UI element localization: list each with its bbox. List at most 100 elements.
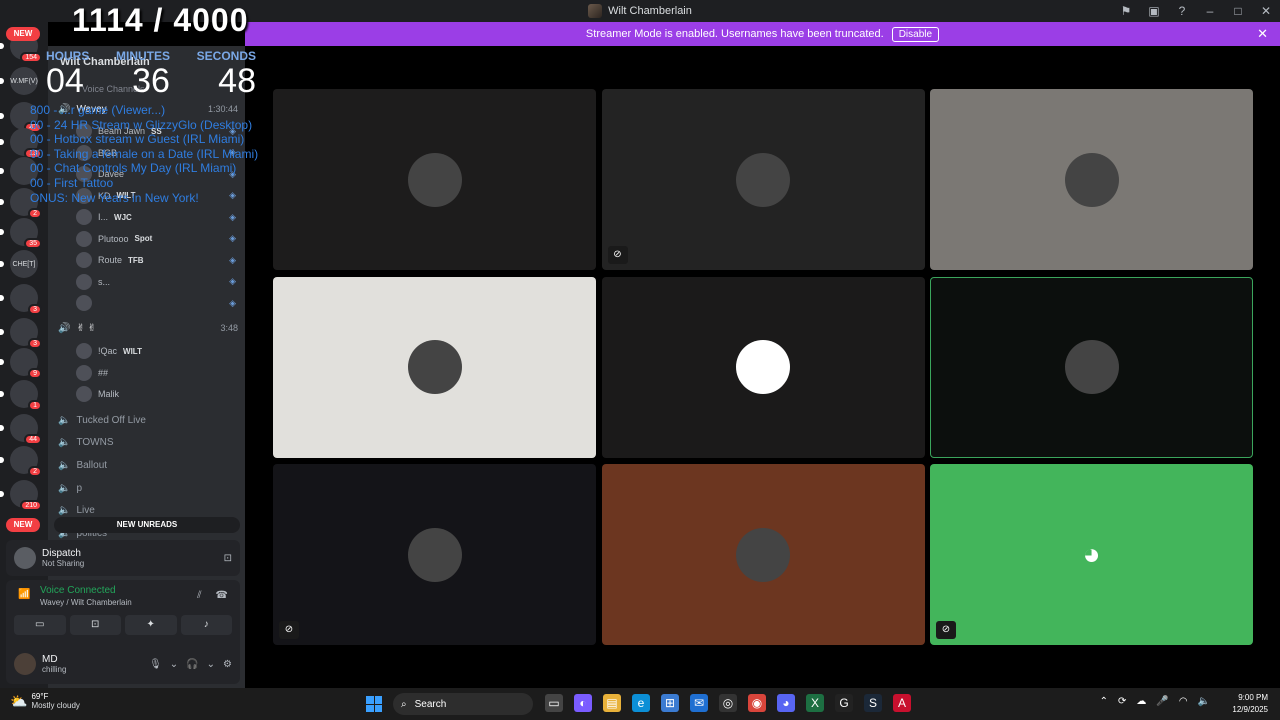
avatar[interactable] [14, 653, 36, 675]
timer-labels: HOURS MINUTES SECONDS [46, 49, 256, 63]
schedule-item: 00 - 24 HR Stream w GlizzyGlo (Desktop) [30, 117, 253, 132]
video-tile[interactable]: ⊘ [273, 464, 596, 645]
sync-icon[interactable]: ⟳ [1118, 696, 1126, 707]
server-icon[interactable]: 2 [0, 446, 42, 477]
voice-channel[interactable]: 🔈 Ballout [58, 456, 238, 474]
video-tile[interactable] [273, 89, 596, 270]
screen-share-icon[interactable]: ⊡ [224, 553, 232, 564]
server-icon[interactable]: W.MF(V) [0, 67, 38, 95]
flag-icon[interactable]: ⚑ [1112, 4, 1140, 18]
steam-icon[interactable]: S [864, 694, 882, 712]
adobe-icon[interactable]: A [893, 694, 911, 712]
voice-user[interactable]: Plutooo Spot ◈ [76, 229, 236, 249]
excel-icon[interactable]: X [806, 694, 824, 712]
gear-icon[interactable]: ⚙ [223, 659, 232, 670]
mic-tray-icon[interactable]: 🎤 [1156, 696, 1168, 707]
voice-user[interactable]: !Qac WILT [76, 341, 236, 361]
voice-channel-peace[interactable]: 🔊 ✌ ✌ 3:48 [58, 319, 238, 337]
dispatch-title: Dispatch [42, 548, 81, 559]
unread-indicator [0, 139, 4, 145]
microphone-icon[interactable]: 🎙 [149, 659, 162, 670]
server-icon[interactable]: CHE[T] [0, 250, 38, 278]
voice-user[interactable]: Malik [76, 384, 236, 404]
headphones-icon[interactable]: 🎧 [186, 659, 198, 670]
voice-channel[interactable]: 🔈 Tucked Off Live [58, 411, 238, 429]
voice-channel[interactable]: 🔈 p [58, 479, 238, 497]
network-icon[interactable]: ☁ [1136, 696, 1146, 707]
user-tag: WILT [123, 346, 142, 356]
server-icon[interactable]: 210 [0, 480, 42, 511]
schedule-item: 00 - Taking a female on a Date (IRL Miam… [30, 146, 259, 161]
video-tile[interactable] [601, 276, 925, 458]
status-icon: ◈ [229, 211, 236, 222]
search-icon: ⌕ [401, 698, 407, 710]
volume-icon[interactable]: 🔈 [1198, 696, 1210, 707]
voice-location[interactable]: Wavey / Wilt Chamberlain [40, 598, 132, 607]
signal-icon[interactable]: 📶 [18, 589, 30, 600]
soundboard-button[interactable]: ♪ [180, 615, 232, 635]
disconnect-icon[interactable]: ☎ [216, 590, 228, 601]
server-icon[interactable]: 9 [0, 348, 42, 379]
hours-label: HOURS [46, 49, 90, 63]
chevron-down-icon[interactable]: ⌄ [207, 659, 215, 670]
activities-button[interactable]: ✦ [125, 615, 177, 635]
voice-user[interactable]: Route TFB ◈ [76, 250, 236, 270]
server-icon[interactable]: 44 [0, 414, 42, 445]
channel-name: TOWNS [76, 437, 114, 449]
help-icon[interactable]: ? [1168, 4, 1196, 18]
maximize-button[interactable]: □ [1224, 4, 1252, 18]
unread-indicator [0, 457, 4, 463]
video-tile[interactable]: ⊘ [601, 89, 925, 270]
close-icon[interactable]: ✕ [1257, 26, 1268, 42]
app-icon[interactable]: ◎ [719, 694, 737, 712]
mail-icon[interactable]: ✉ [690, 694, 708, 712]
clock[interactable]: 9:00 PM 12/9/2025 [1232, 692, 1268, 716]
inbox-icon[interactable]: ▣ [1140, 4, 1168, 18]
schedule-item: 800 - ...r game (Viewer...) [30, 103, 166, 117]
new-unreads-pill[interactable]: NEW UNREADS [54, 517, 240, 533]
wifi-icon[interactable]: ◠ [1179, 696, 1188, 707]
mention-badge: 2 [28, 466, 42, 477]
edge-icon[interactable]: e [632, 694, 650, 712]
server-icon[interactable]: 3 [0, 284, 42, 315]
unread-indicator [0, 229, 4, 235]
channel-name: Ballout [76, 459, 108, 471]
discord-icon[interactable]: ◕ [777, 694, 795, 712]
task-view-icon[interactable]: ▭ [545, 694, 563, 712]
taskbar-search[interactable]: ⌕ Search [393, 693, 533, 715]
chrome-icon[interactable]: ◉ [748, 694, 766, 712]
minimize-button[interactable]: – [1196, 4, 1224, 18]
voice-user-name: s... [98, 276, 111, 287]
voice-user[interactable]: s... ◈ [76, 272, 236, 292]
close-window-button[interactable]: ✕ [1252, 4, 1280, 18]
speaker-icon: 🔊 [58, 322, 71, 334]
discord-logo-icon: ◕ [1082, 537, 1101, 571]
server-icon[interactable]: 1 [0, 380, 42, 411]
voice-user[interactable]: ## [76, 363, 236, 383]
unread-indicator [0, 43, 4, 49]
voice-channel[interactable]: 🔈 TOWNS [58, 434, 238, 452]
screen-share-button[interactable]: ⊡ [69, 615, 121, 635]
disable-streamer-mode-button[interactable]: Disable [891, 26, 940, 42]
muted-icon: ⊘ [607, 246, 628, 264]
weather-widget[interactable]: ⛅ 69°F Mostly cloudy [10, 692, 80, 710]
store-icon[interactable]: ⊞ [661, 694, 679, 712]
noise-suppression-icon[interactable]: ⫽ [197, 590, 201, 601]
video-tile[interactable] [273, 276, 596, 458]
speaker-icon: 🔈 [58, 482, 71, 494]
logitech-icon[interactable]: G [835, 694, 853, 712]
windows-start-icon[interactable] [366, 696, 382, 712]
video-tile[interactable]: ◕ ⊘ [930, 464, 1253, 645]
chevron-down-icon[interactable]: ⌄ [170, 659, 178, 670]
chevron-up-icon[interactable]: ⌃ [1100, 696, 1108, 707]
video-tile[interactable] [930, 276, 1253, 458]
server-icon[interactable]: 35 [0, 218, 42, 249]
voice-user[interactable]: I... WJC ◈ [76, 207, 236, 227]
video-tile[interactable] [930, 89, 1253, 270]
camera-button[interactable]: ▭ [14, 615, 66, 635]
copilot-icon[interactable]: ◐ [574, 694, 592, 712]
video-tile[interactable] [601, 464, 925, 645]
voice-user[interactable]: ◈ [76, 293, 236, 313]
server-icon[interactable]: 3 [0, 318, 42, 349]
file-explorer-icon[interactable]: ▤ [603, 694, 621, 712]
